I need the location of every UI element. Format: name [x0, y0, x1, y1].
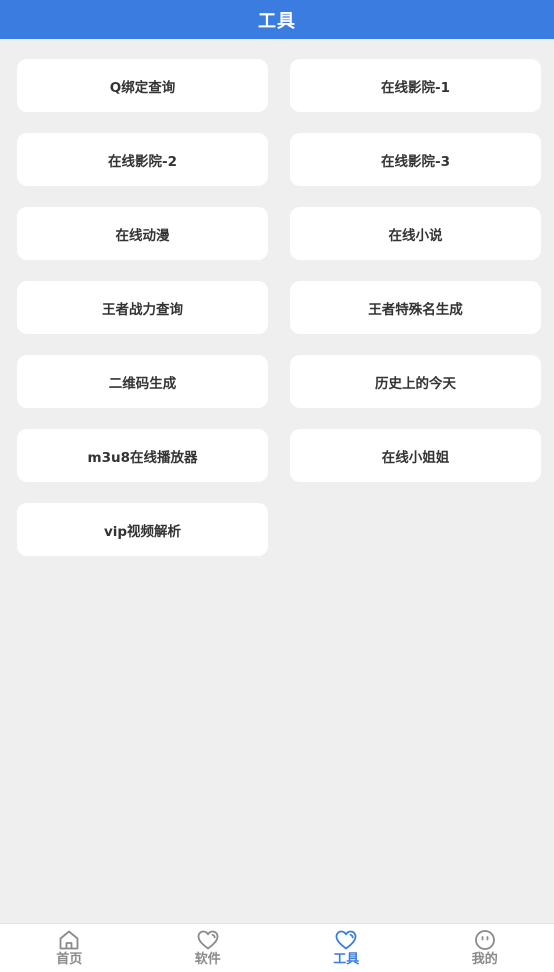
tab-software[interactable]: 软件 [139, 924, 278, 972]
app-screen: 工具 Q绑定查询 在线影院-1 在线影院-2 在线影院-3 在线动漫 在线小说 … [0, 0, 554, 972]
tool-button-q-binding-query[interactable]: Q绑定查询 [17, 59, 268, 112]
tab-label: 软件 [194, 952, 221, 967]
header-bar: 工具 [0, 0, 554, 39]
tab-mine[interactable]: 我的 [416, 924, 554, 972]
tab-home[interactable]: 首页 [0, 924, 139, 972]
tab-tools[interactable]: 工具 [277, 924, 416, 972]
tool-button-online-girls[interactable]: 在线小姐姐 [290, 429, 541, 482]
page-title: 工具 [258, 10, 296, 32]
home-icon [57, 928, 81, 952]
tool-button-honor-power-query[interactable]: 王者战力查询 [17, 281, 268, 334]
tool-button-online-cinema-3[interactable]: 在线影院-3 [290, 133, 541, 186]
tool-button-m3u8-player[interactable]: m3u8在线播放器 [17, 429, 268, 482]
tool-button-online-novel[interactable]: 在线小说 [290, 207, 541, 260]
tab-label: 工具 [333, 952, 360, 967]
tool-button-online-cinema-2[interactable]: 在线影院-2 [17, 133, 268, 186]
tools-grid: Q绑定查询 在线影院-1 在线影院-2 在线影院-3 在线动漫 在线小说 王者战… [17, 59, 541, 556]
tool-button-online-cinema-1[interactable]: 在线影院-1 [290, 59, 541, 112]
tab-label: 我的 [471, 952, 498, 967]
tool-button-vip-video-parse[interactable]: vip视频解析 [17, 503, 268, 556]
tool-button-qrcode-generator[interactable]: 二维码生成 [17, 355, 268, 408]
face-icon [473, 928, 497, 952]
heart-icon [196, 928, 220, 952]
tool-button-honor-special-name[interactable]: 王者特殊名生成 [290, 281, 541, 334]
tool-button-today-in-history[interactable]: 历史上的今天 [290, 355, 541, 408]
bottom-tab-bar: 首页 软件 工具 我的 [0, 923, 554, 972]
tool-button-online-anime[interactable]: 在线动漫 [17, 207, 268, 260]
heart-icon [334, 928, 358, 952]
tab-label: 首页 [56, 952, 83, 967]
